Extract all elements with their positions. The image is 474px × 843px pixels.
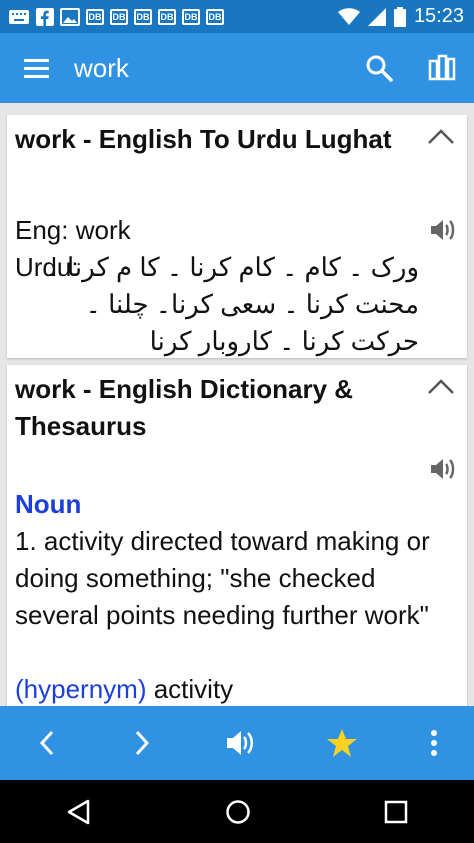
more-options-icon[interactable] bbox=[429, 729, 439, 757]
bottom-action-bar bbox=[0, 706, 474, 780]
db-notification-icon: DB bbox=[182, 8, 200, 25]
battery-icon bbox=[393, 6, 406, 27]
collapse-chevron-icon[interactable] bbox=[427, 379, 455, 395]
english-word-line: Eng: work bbox=[15, 215, 131, 245]
menu-icon[interactable] bbox=[22, 56, 52, 80]
speaker-icon[interactable] bbox=[225, 729, 255, 757]
definition-text: 1. activity directed toward making or do… bbox=[15, 526, 430, 630]
result-card-urdu: work - English To Urdu Lughat Eng: work … bbox=[7, 115, 467, 358]
notification-icons: DB DB DB DB DB DB bbox=[0, 7, 224, 26]
result-card-dictionary: work - English Dictionary & Thesaurus No… bbox=[7, 365, 467, 706]
search-query-title[interactable]: work bbox=[74, 53, 129, 84]
card-title: work - English Dictionary & Thesaurus bbox=[15, 374, 354, 441]
db-notification-icon: DB bbox=[110, 8, 128, 25]
facebook-icon bbox=[36, 7, 54, 26]
db-notification-icon: DB bbox=[86, 8, 104, 25]
signal-icon bbox=[367, 7, 386, 26]
collapse-chevron-icon[interactable] bbox=[427, 129, 455, 145]
results-list[interactable]: work - English To Urdu Lughat Eng: work … bbox=[0, 103, 474, 706]
wifi-icon bbox=[337, 7, 360, 25]
dictionaries-icon[interactable] bbox=[428, 53, 456, 81]
relation-line: (hypernym) activity bbox=[15, 671, 233, 706]
clock: 15:23 bbox=[413, 5, 464, 27]
speaker-icon[interactable] bbox=[429, 457, 457, 481]
favorite-star-icon[interactable] bbox=[326, 728, 358, 758]
image-icon bbox=[60, 7, 80, 26]
hypernym-value: activity bbox=[153, 674, 234, 704]
system-status: 15:23 bbox=[337, 5, 474, 28]
forward-arrow-icon[interactable] bbox=[130, 728, 154, 758]
speaker-icon[interactable] bbox=[429, 218, 457, 242]
keyboard-icon bbox=[9, 9, 29, 24]
db-notification-icon: DB bbox=[134, 8, 152, 25]
search-icon[interactable] bbox=[364, 53, 394, 83]
back-arrow-icon[interactable] bbox=[35, 728, 59, 758]
nav-back-icon[interactable] bbox=[66, 799, 92, 825]
nav-home-icon[interactable] bbox=[225, 799, 251, 825]
status-bar: DB DB DB DB DB DB 15:23 bbox=[0, 0, 474, 33]
db-notification-icon: DB bbox=[158, 8, 176, 25]
db-notification-icon: DB bbox=[206, 8, 224, 25]
part-of-speech: Noun bbox=[15, 489, 82, 519]
card-title: work - English To Urdu Lughat bbox=[15, 124, 392, 154]
nav-recents-icon[interactable] bbox=[384, 800, 408, 824]
hypernym-label[interactable]: (hypernym) bbox=[15, 674, 146, 704]
system-navigation-bar bbox=[0, 780, 474, 843]
urdu-meanings: ورک ۔ کام ۔ کام کرنا ۔ کا م کرنا ۔ محنت … bbox=[44, 252, 419, 356]
app-bar: work bbox=[0, 33, 474, 103]
